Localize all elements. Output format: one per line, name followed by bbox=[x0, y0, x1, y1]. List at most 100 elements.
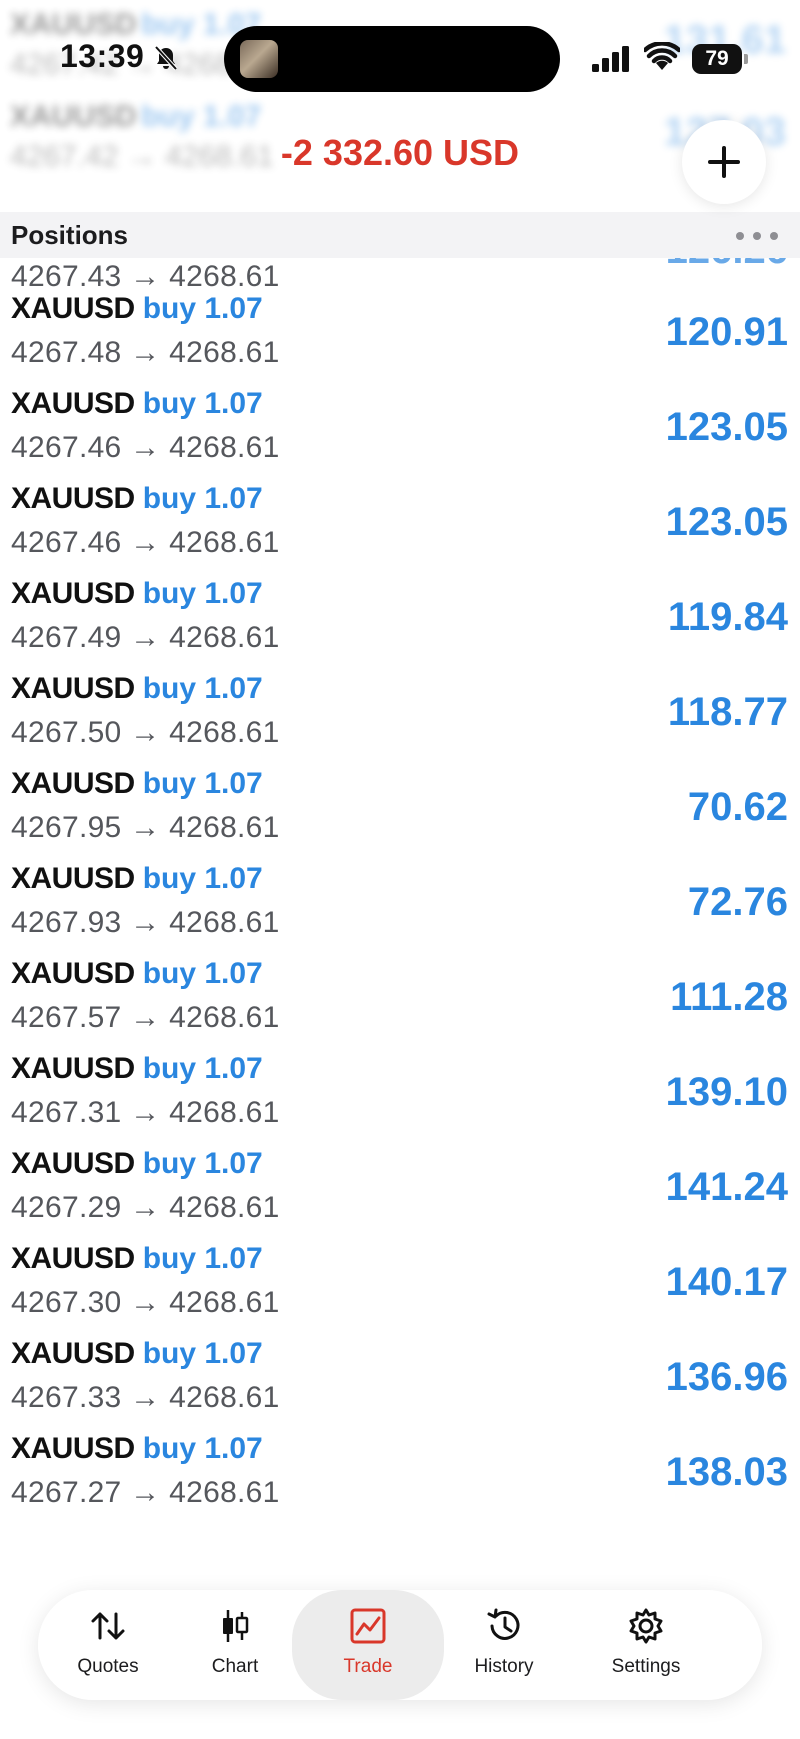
arrows-updown-icon bbox=[91, 1612, 125, 1640]
position-symbol: XAUUSD bbox=[11, 672, 135, 705]
position-title: XAUUSD buy 1.07 bbox=[11, 1337, 263, 1371]
position-profit: 120.91 bbox=[665, 310, 788, 354]
list-item[interactable]: XAUUSD buy 1.07 4267.57 → 4268.61 111.28 bbox=[0, 945, 800, 1050]
position-title: XAUUSD buy 1.07 bbox=[11, 1242, 263, 1276]
tab-label: Trade bbox=[343, 1656, 393, 1677]
position-profit: 111.28 bbox=[670, 975, 788, 1019]
position-side-volume: buy 1.07 bbox=[142, 1052, 263, 1085]
list-item[interactable]: XAUUSD buy 1.07 4267.31 → 4268.61 139.10 bbox=[0, 1040, 800, 1145]
position-symbol: XAUUSD bbox=[11, 577, 135, 610]
position-side-volume: buy 1.07 bbox=[142, 292, 263, 325]
position-prices: 4267.46 → 4268.61 bbox=[11, 431, 280, 464]
list-item[interactable]: XAUUSD buy 1.07 4267.48 → 4268.61 120.91 bbox=[0, 280, 800, 385]
position-side-volume: buy 1.07 bbox=[142, 482, 263, 515]
history-clock-icon bbox=[487, 1608, 520, 1640]
position-profit: 126.26 bbox=[666, 258, 788, 273]
positions-section-header: Positions bbox=[0, 212, 800, 258]
position-prices: 4267.48 → 4268.61 bbox=[11, 336, 280, 369]
position-profit: 70.62 bbox=[687, 785, 788, 829]
list-item[interactable]: XAUUSD buy 1.07 4267.95 → 4268.61 70.62 bbox=[0, 755, 800, 860]
bell-slash-icon bbox=[154, 45, 178, 71]
list-item[interactable]: XAUUSD buy 1.07 4267.33 → 4268.61 136.96 bbox=[0, 1325, 800, 1430]
list-item[interactable]: XAUUSD buy 1.07 4267.30 → 4268.61 140.17 bbox=[0, 1230, 800, 1335]
position-prices: 4267.29 → 4268.61 bbox=[11, 1191, 280, 1224]
position-prices: 4267.30 → 4268.61 bbox=[11, 1286, 280, 1319]
position-title: XAUUSD buy 1.07 bbox=[11, 1052, 263, 1086]
position-profit: 72.76 bbox=[687, 880, 788, 924]
tab-label: Chart bbox=[211, 1656, 259, 1677]
position-side-volume: buy 1.07 bbox=[142, 1432, 263, 1465]
wifi-icon bbox=[644, 42, 680, 70]
position-side-volume: buy 1.07 bbox=[142, 862, 263, 895]
position-symbol: XAUUSD bbox=[11, 292, 135, 325]
position-title: XAUUSD buy 1.07 bbox=[11, 292, 263, 326]
position-prices: 4267.57 → 4268.61 bbox=[11, 1001, 280, 1034]
tab-history[interactable]: History bbox=[434, 1590, 574, 1700]
position-title: XAUUSD buy 1.07 bbox=[11, 577, 263, 611]
position-title: XAUUSD buy 1.07 bbox=[11, 1147, 263, 1181]
tab-trade[interactable]: Trade bbox=[292, 1590, 444, 1700]
dynamic-island[interactable] bbox=[224, 26, 560, 92]
list-item[interactable]: XAUUSD buy 1.07 4267.46 → 4268.61 123.05 bbox=[0, 470, 800, 575]
positions-list[interactable]: 4267.43 → 4268.61 126.26 XAUUSDbuy 1.074… bbox=[0, 258, 800, 1648]
position-symbol: XAUUSD bbox=[11, 1052, 135, 1085]
position-title: XAUUSD buy 1.07 bbox=[11, 672, 263, 706]
total-profit-loss: -2 332.60 USD bbox=[280, 132, 520, 173]
list-item[interactable]: XAUUSD buy 1.07 4267.50 → 4268.61 118.77 bbox=[0, 660, 800, 765]
position-profit: 119.84 bbox=[667, 595, 788, 639]
section-title: Positions bbox=[11, 220, 129, 250]
cellular-signal-icon bbox=[592, 46, 629, 72]
battery-icon: 79 bbox=[692, 44, 748, 74]
position-symbol: XAUUSD bbox=[11, 1242, 135, 1275]
new-order-button[interactable] bbox=[682, 120, 766, 204]
position-side-volume: buy 1.07 bbox=[142, 577, 263, 610]
position-side-volume: buy 1.07 bbox=[142, 1337, 263, 1370]
position-profit: 141.24 bbox=[665, 1165, 788, 1209]
position-title: XAUUSD buy 1.07 bbox=[11, 1432, 263, 1466]
position-title: XAUUSD buy 1.07 bbox=[11, 387, 263, 421]
position-prices: 4267.27 → 4268.61 bbox=[11, 1476, 280, 1509]
now-playing-artwork[interactable] bbox=[240, 40, 278, 78]
list-item[interactable]: XAUUSD buy 1.07 4267.29 → 4268.61 141.24 bbox=[0, 1135, 800, 1240]
gear-icon bbox=[629, 1608, 663, 1644]
candlestick-icon bbox=[223, 1610, 249, 1642]
position-symbol: XAUUSD bbox=[11, 767, 135, 800]
tab-chart[interactable]: Chart bbox=[165, 1590, 305, 1700]
position-title: XAUUSD buy 1.07 bbox=[11, 862, 263, 896]
more-options-button[interactable] bbox=[736, 224, 778, 246]
position-prices: 4267.95 → 4268.61 bbox=[11, 811, 280, 844]
list-item[interactable]: XAUUSD buy 1.07 4267.49 → 4268.61 119.84 bbox=[0, 565, 800, 670]
position-symbol: XAUUSD bbox=[11, 862, 135, 895]
tab-settings[interactable]: Settings bbox=[576, 1590, 716, 1700]
position-side-volume: buy 1.07 bbox=[142, 1147, 263, 1180]
position-title: XAUUSD buy 1.07 bbox=[11, 957, 263, 991]
tab-quotes[interactable]: Quotes bbox=[38, 1590, 178, 1700]
list-item[interactable]: XAUUSD buy 1.07 4267.46 → 4268.61 123.05 bbox=[0, 375, 800, 480]
status-time: 13:39 bbox=[60, 38, 145, 74]
position-symbol: XAUUSD bbox=[11, 957, 135, 990]
position-symbol: XAUUSD bbox=[11, 1337, 135, 1370]
position-title: XAUUSD buy 1.07 bbox=[11, 767, 263, 801]
tab-label: Quotes bbox=[77, 1656, 139, 1677]
position-title: XAUUSD buy 1.07 bbox=[11, 482, 263, 516]
position-profit: 136.96 bbox=[665, 1355, 788, 1399]
position-symbol: XAUUSD bbox=[11, 1147, 135, 1180]
status-bar: 13:39 79 bbox=[0, 0, 800, 120]
position-side-volume: buy 1.07 bbox=[142, 957, 263, 990]
position-prices: 4267.93 → 4268.61 bbox=[11, 906, 280, 939]
position-profit: 139.10 bbox=[665, 1070, 788, 1114]
position-side-volume: buy 1.07 bbox=[142, 672, 263, 705]
position-profit: 118.77 bbox=[667, 690, 788, 734]
tab-bar: Quotes Chart Trade History Settings bbox=[38, 1590, 762, 1700]
position-prices: 4267.33 → 4268.61 bbox=[11, 1381, 280, 1414]
position-profit: 138.03 bbox=[665, 1450, 788, 1494]
position-prices: 4267.46 → 4268.61 bbox=[11, 526, 280, 559]
position-symbol: XAUUSD bbox=[11, 1432, 135, 1465]
list-item[interactable]: XAUUSD buy 1.07 4267.27 → 4268.61 138.03 bbox=[0, 1420, 800, 1525]
position-prices: 4267.31 → 4268.61 bbox=[11, 1096, 280, 1129]
list-item[interactable]: XAUUSD buy 1.07 4267.93 → 4268.61 72.76 bbox=[0, 850, 800, 955]
position-symbol: XAUUSD bbox=[11, 387, 135, 420]
position-prices: 4267.49 → 4268.61 bbox=[11, 621, 280, 654]
tab-label: History bbox=[474, 1656, 534, 1677]
position-profit: 123.05 bbox=[665, 500, 788, 544]
